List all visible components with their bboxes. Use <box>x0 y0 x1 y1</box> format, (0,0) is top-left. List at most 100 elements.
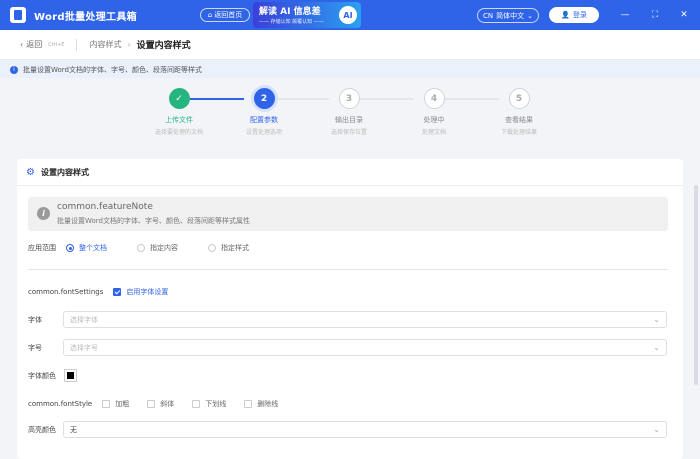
scope-option-style[interactable]: 指定样式 <box>221 243 249 253</box>
card-header: ⚙ 设置内容样式 <box>17 159 683 186</box>
font-style-label: common.fontStyle <box>28 400 93 408</box>
font-select[interactable]: 选择字体 ⌄ <box>63 311 667 328</box>
step-title: 上传文件 <box>165 116 193 124</box>
strikethrough-label[interactable]: 删除线 <box>257 399 278 409</box>
step-5: 5 查看结果 下载处理结果 <box>479 88 559 136</box>
step-number: 4 <box>423 88 445 109</box>
back-label: 返回 <box>26 40 43 49</box>
step-desc: 选择保存位置 <box>330 129 367 136</box>
step-desc: 设置处理选项 <box>245 129 282 136</box>
breadcrumb-parent[interactable]: 内容样式 <box>89 39 121 50</box>
home-button[interactable]: ⌂ 返回首页 <box>200 8 250 22</box>
app-logo-icon <box>10 7 26 23</box>
back-button[interactable]: ‹ 返回 Ctrl+E <box>20 39 64 50</box>
step-4: 4 处理中 处理文档 <box>394 88 474 136</box>
enable-font-label[interactable]: 启用字体设置 <box>126 287 168 297</box>
step-title: 处理中 <box>423 116 445 124</box>
underline-checkbox[interactable] <box>192 400 201 408</box>
size-label-row: 字号 <box>28 343 42 353</box>
font-color-picker[interactable] <box>64 369 77 382</box>
info-bar: i 批量设置Word文档的字体、字号、颜色、段落间距等样式 <box>0 61 700 78</box>
step-desc: 选择要处理的文档 <box>154 129 203 136</box>
promo-banner[interactable]: 解读 AI 信息差 —— 存储认知 颠覆认知 —— AI <box>253 2 361 28</box>
scope-radio-style[interactable] <box>208 244 216 252</box>
strikethrough-checkbox[interactable] <box>244 400 253 408</box>
app-title: Word批量处理工具箱 <box>34 11 137 23</box>
font-settings-row: common.fontSettings 启用字体设置 <box>28 287 168 297</box>
home-icon: ⌂ <box>207 11 213 19</box>
close-icon[interactable]: ✕ <box>677 8 691 22</box>
banner-title: 解读 AI 信息差 <box>259 7 321 17</box>
step-title: 输出目录 <box>335 116 363 124</box>
step-2: 2 配置参数 设置处理选项 <box>224 88 304 136</box>
chevron-down-icon: ⌄ <box>653 425 660 434</box>
bold-label[interactable]: 加粗 <box>115 399 129 409</box>
bold-checkbox[interactable] <box>102 400 111 408</box>
enable-font-checkbox[interactable] <box>113 288 122 296</box>
info-icon: i <box>37 207 50 220</box>
login-button[interactable]: 👤 登录 <box>549 7 599 23</box>
scope-option-document[interactable]: 整个文档 <box>79 243 107 253</box>
info-text: 批量设置Word文档的字体、字号、颜色、段落间距等样式 <box>23 65 202 74</box>
color-label: 字体颜色 <box>28 371 56 380</box>
divider <box>76 38 78 51</box>
gear-icon: ⚙ <box>26 166 35 178</box>
minimize-icon[interactable]: — <box>618 8 632 22</box>
chevron-down-icon: ⌄ <box>653 315 660 324</box>
step-number: 2 <box>253 88 275 109</box>
scope-row: 应用范围 整个文档 指定内容 指定样式 <box>28 243 249 253</box>
font-style-row: common.fontStyle 加粗 斜体 下划线 删除线 <box>28 399 278 409</box>
step-number: 3 <box>338 88 360 109</box>
title-bar: Word批量处理工具箱 ⌂ 返回首页 解读 AI 信息差 —— 存储认知 颠覆认… <box>0 0 700 30</box>
feature-note: i common.featureNote 批量设置Word文档的字体、字号、颜色… <box>28 197 668 231</box>
scope-label: 应用范围 <box>28 244 56 252</box>
chevron-down-icon: ⌄ <box>527 11 533 20</box>
chevron-down-icon: ⌄ <box>653 343 660 352</box>
scrollbar[interactable] <box>694 185 698 385</box>
step-number: 5 <box>508 88 530 109</box>
scope-option-content[interactable]: 指定内容 <box>150 243 178 253</box>
note-title: common.featureNote <box>57 202 153 212</box>
font-settings-label: common.fontSettings <box>28 288 104 296</box>
size-label: 字号 <box>28 344 42 352</box>
language-code: CN <box>483 11 494 20</box>
highlight-select[interactable]: 无 ⌄ <box>63 421 667 438</box>
banner-ai-badge: AI <box>339 6 357 24</box>
breadcrumb: ‹ 返回 Ctrl+E 内容样式 › 设置内容样式 <box>0 30 700 60</box>
home-button-label: 返回首页 <box>214 11 243 19</box>
user-icon: 👤 <box>561 11 570 19</box>
highlight-label-row: 高亮颜色 <box>28 425 56 435</box>
divider <box>28 269 668 270</box>
scope-radio-content[interactable] <box>137 244 145 252</box>
color-swatch <box>67 372 74 379</box>
underline-label[interactable]: 下划线 <box>205 399 226 409</box>
step-desc: 处理文档 <box>421 129 446 136</box>
banner-subtitle: —— 存储认知 颠覆认知 —— <box>259 19 324 25</box>
chevron-right-icon: › <box>127 40 131 49</box>
page-title: 设置内容样式 <box>136 41 191 51</box>
language-label: 简体中文 <box>496 11 525 20</box>
italic-checkbox[interactable] <box>147 400 156 408</box>
stepper: ✓ 上传文件 选择要处理的文档 2 配置参数 设置处理选项 3 输出目录 选择保… <box>0 78 700 152</box>
back-shortcut: Ctrl+E <box>48 41 65 48</box>
scope-radio-document[interactable] <box>66 244 74 252</box>
note-text: 批量设置Word文档的字体、字号、颜色、段落间距等样式属性 <box>57 217 250 225</box>
info-icon: i <box>10 65 18 74</box>
step-title: 配置参数 <box>250 116 278 124</box>
highlight-value: 无 <box>70 425 77 434</box>
chevron-left-icon: ‹ <box>20 40 24 49</box>
italic-label[interactable]: 斜体 <box>160 399 174 409</box>
step-desc: 下载处理结果 <box>500 129 537 136</box>
step-1: ✓ 上传文件 选择要处理的文档 <box>139 88 219 136</box>
color-row: 字体颜色 <box>28 369 77 382</box>
highlight-label: 高亮颜色 <box>28 426 56 434</box>
card-title: 设置内容样式 <box>40 167 89 177</box>
size-select[interactable]: 选择字号 ⌄ <box>63 339 667 356</box>
size-select-placeholder: 选择字号 <box>70 343 98 352</box>
font-label: 字体 <box>28 316 42 324</box>
maximize-icon[interactable]: ⛶ <box>648 8 662 22</box>
login-label: 登录 <box>572 11 587 19</box>
language-select[interactable]: CN 简体中文 ⌄ <box>477 8 539 23</box>
font-select-placeholder: 选择字体 <box>70 315 98 324</box>
step-title: 查看结果 <box>505 116 533 124</box>
